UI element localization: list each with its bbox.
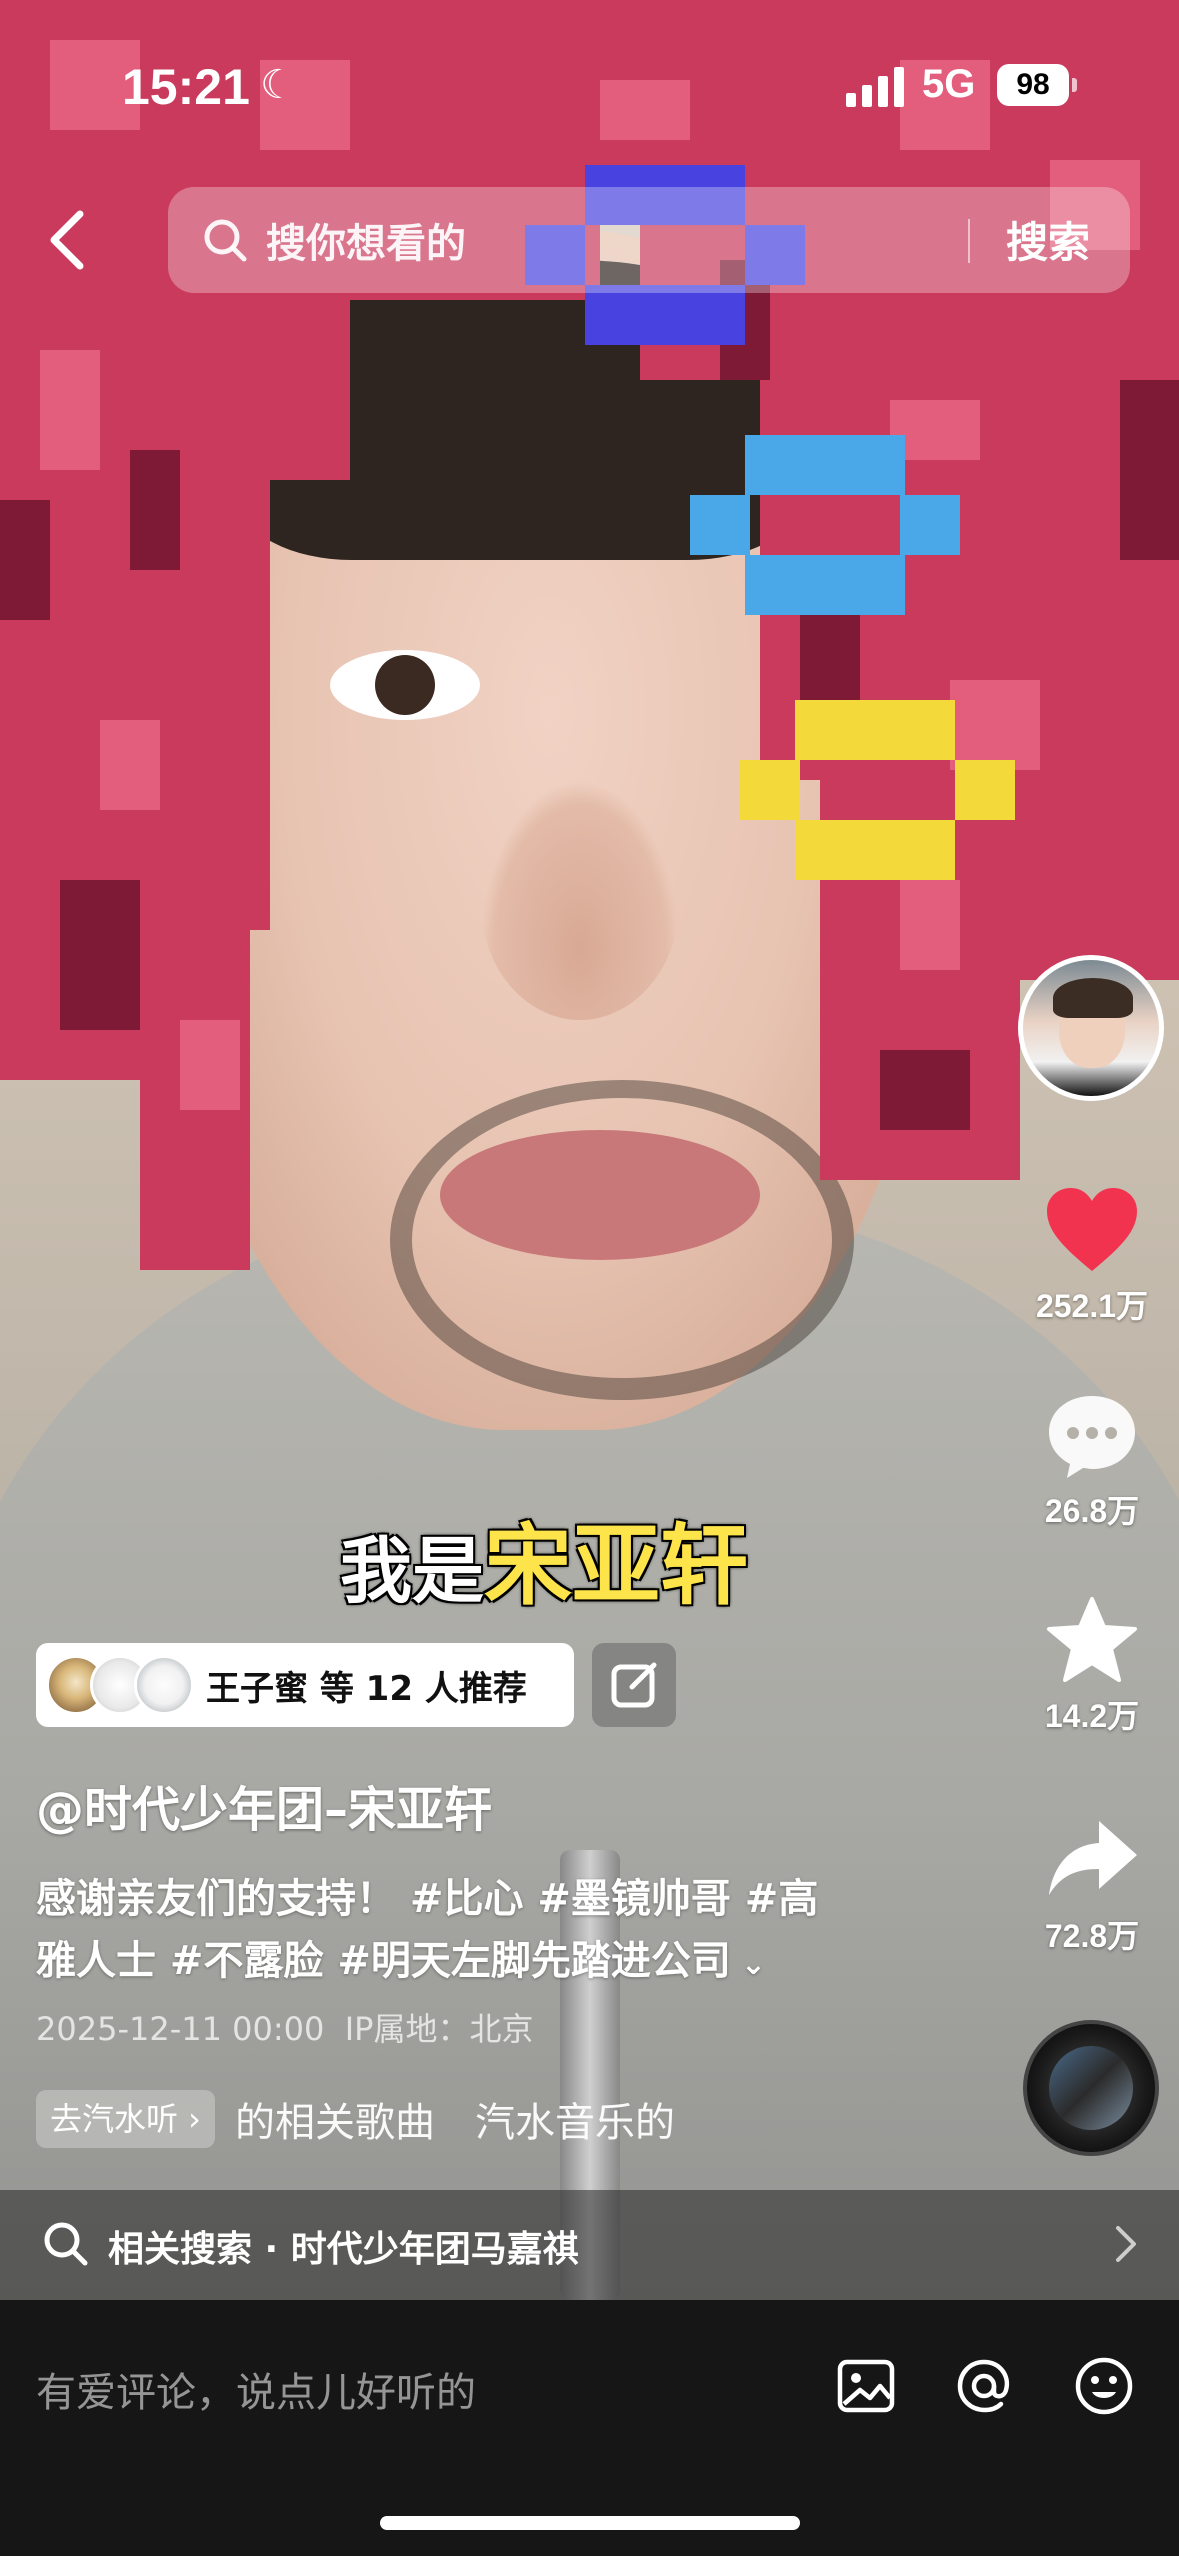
related-search-strip[interactable]: 相关搜索 · 时代少年团马嘉祺	[0, 2190, 1179, 2300]
image-icon[interactable]	[834, 2354, 898, 2418]
mention-icon[interactable]	[952, 2354, 1016, 2418]
music-disc[interactable]	[1023, 2020, 1159, 2156]
search-button[interactable]: 搜索	[1006, 209, 1090, 270]
star-icon	[1047, 1597, 1137, 1682]
recommend-text: 王子蜜 等 12 人推荐	[206, 1669, 527, 1709]
favorite-count: 14.2万	[1044, 1698, 1140, 1734]
avatar-hair	[1053, 978, 1133, 1018]
search-icon	[44, 2222, 88, 2266]
description-line-2: 雅人士 #不露脸 #明天左脚先踏进公司 ⌄	[36, 1930, 896, 1996]
search-icon	[204, 219, 247, 262]
battery-icon: 98	[997, 64, 1077, 106]
share-button[interactable]: 72.8万	[1012, 1815, 1172, 1957]
edit-icon	[611, 1662, 657, 1708]
comment-bar: 有爱评论，说点儿好听的	[0, 2300, 1179, 2556]
music-cover	[1049, 2046, 1133, 2130]
heart-icon	[1047, 1188, 1137, 1271]
caption-highlight: 宋亚轩	[484, 1514, 749, 1617]
signal-icon	[846, 67, 904, 107]
music-text: 的相关歌曲 汽水音乐的	[234, 2100, 675, 2146]
description-line-text: 雅人士 #不露脸 #明天左脚先踏进公司	[36, 1938, 731, 1984]
comment-input[interactable]: 有爱评论，说点儿好听的	[36, 2360, 476, 2418]
author-avatar[interactable]	[1018, 955, 1164, 1101]
status-bar: 15:21 ☾ 5G 98	[0, 0, 1179, 170]
recommender-avatar	[134, 1655, 194, 1715]
like-count: 252.1万	[1035, 1288, 1149, 1324]
video-caption: 我是宋亚轩	[340, 1495, 748, 1622]
search-bar[interactable]: 搜你想看的 搜索	[168, 187, 1130, 293]
caption-prefix: 我是	[340, 1529, 485, 1613]
share-arrow-icon	[1049, 1821, 1137, 1895]
related-search-text: 相关搜索 · 时代少年团马嘉祺	[108, 2229, 579, 2270]
search-divider	[968, 219, 970, 263]
network-type: 5G	[922, 62, 976, 106]
status-time: 15:21	[122, 59, 250, 115]
comment-button[interactable]: 26.8万	[1012, 1390, 1172, 1532]
description-line: 感谢亲友们的支持！ #比心 #墨镜帅哥 #高	[36, 1876, 819, 1922]
author-name[interactable]: @时代少年团–宋亚轩	[36, 1770, 492, 1840]
focus-moon-icon: ☾	[260, 62, 296, 108]
video-description[interactable]: 感谢亲友们的支持！ #比心 #墨镜帅哥 #高 雅人士 #不露脸 #明天左脚先踏进…	[36, 1868, 896, 1996]
emoji-icon[interactable]	[1072, 2354, 1136, 2418]
chevron-right-icon	[1116, 2226, 1136, 2262]
recommend-pill[interactable]: 王子蜜 等 12 人推荐	[36, 1643, 574, 1727]
home-indicator	[380, 2516, 800, 2530]
like-button[interactable]: 252.1万	[1012, 1185, 1172, 1327]
expand-chevron-icon[interactable]: ⌄	[741, 1947, 766, 1982]
search-placeholder: 搜你想看的	[266, 221, 466, 267]
recommender-avatars	[46, 1655, 226, 1715]
post-location: IP属地：北京	[344, 2010, 534, 2048]
music-row[interactable]: 去汽水听 › 的相关歌曲 汽水音乐的	[36, 2090, 740, 2150]
share-count: 72.8万	[1044, 1918, 1140, 1954]
back-arrow-icon[interactable]	[38, 200, 98, 280]
edit-recommend-button[interactable]	[592, 1643, 676, 1727]
favorite-button[interactable]: 14.2万	[1012, 1595, 1172, 1737]
comment-icon	[1049, 1396, 1135, 1478]
post-datetime: 2025-12-11 00:00	[36, 2010, 325, 2048]
music-app-tag[interactable]: 去汽水听 ›	[36, 2090, 215, 2148]
post-meta: 2025-12-11 00:00 IP属地：北京	[36, 2004, 533, 2050]
comment-count: 26.8万	[1044, 1493, 1140, 1529]
